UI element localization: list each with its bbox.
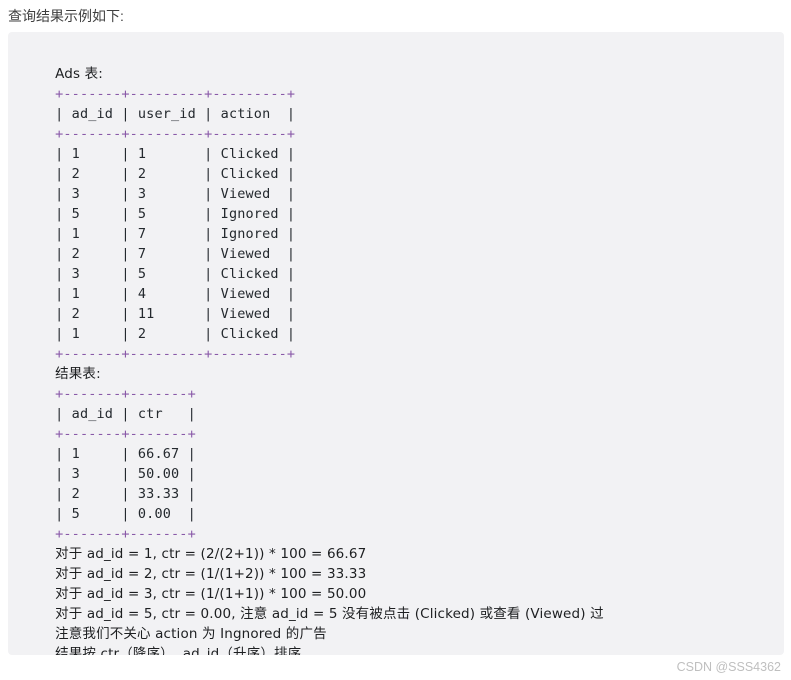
- ads-table-border-top: +-------+---------+---------+: [8, 64, 784, 102]
- ads-row-1: | 1 | 1 | Clicked |: [55, 146, 296, 162]
- explanation-line-5: 注意我们不关心 action 为 Ingnored 的广告: [55, 626, 327, 642]
- explanation-line-3: 对于 ad_id = 3, ctr = (1/(1+1)) * 100 = 50…: [55, 586, 367, 602]
- ads-row-10: | 1 | 2 | Clicked |: [55, 326, 296, 342]
- ads-table-border-bottom-text: +-------+---------+---------+: [55, 346, 296, 362]
- ads-row-9: | 2 | 11 | Viewed |: [55, 306, 296, 322]
- ads-table-caption: Ads 表:: [8, 44, 784, 82]
- ads-row-5: | 1 | 7 | Ignored |: [55, 226, 296, 242]
- result-table-border-top-text: +-------+-------+: [55, 386, 196, 402]
- code-block: Ads 表: +-------+---------+---------+ | a…: [8, 32, 784, 655]
- result-table-caption-text: 结果表:: [55, 366, 101, 382]
- result-row-1: | 1 | 66.67 |: [55, 446, 196, 462]
- ads-row-3: | 3 | 3 | Viewed |: [55, 186, 296, 202]
- result-row-3: | 2 | 33.33 |: [55, 486, 196, 502]
- csdn-watermark: CSDN @SSS4362: [676, 660, 781, 674]
- ads-table-header-text: | ad_id | user_id | action |: [55, 106, 296, 122]
- explanation-line-1: 对于 ad_id = 1, ctr = (2/(2+1)) * 100 = 66…: [55, 546, 367, 562]
- explanation-line-6: 结果按 ctr（降序）, ad_id（升序）排序: [55, 646, 302, 655]
- ads-row-8: | 1 | 4 | Viewed |: [55, 286, 296, 302]
- explanation-line-4: 对于 ad_id = 5, ctr = 0.00, 注意 ad_id = 5 没…: [55, 606, 604, 622]
- ads-row-2: | 2 | 2 | Clicked |: [55, 166, 296, 182]
- explanation-line-2: 对于 ad_id = 2, ctr = (1/(1+2)) * 100 = 33…: [55, 566, 367, 582]
- ads-row-4: | 5 | 5 | Ignored |: [55, 206, 296, 222]
- result-row-2: | 3 | 50.00 |: [55, 466, 196, 482]
- ads-table-border-top-text: +-------+---------+---------+: [55, 86, 296, 102]
- result-table-header-text: | ad_id | ctr |: [55, 406, 196, 422]
- ads-table-caption-text: Ads 表:: [55, 66, 103, 82]
- result-table-border-top: +-------+-------+: [8, 364, 784, 402]
- page-intro-text: 查询结果示例如下:: [8, 8, 124, 24]
- result-table-border-mid-text: +-------+-------+: [55, 426, 196, 442]
- ads-row-7: | 3 | 5 | Clicked |: [55, 266, 296, 282]
- ads-row-6: | 2 | 7 | Viewed |: [55, 246, 296, 262]
- ads-table-border-mid-text: +-------+---------+---------+: [55, 126, 296, 142]
- result-row-4: | 5 | 0.00 |: [55, 506, 196, 522]
- result-table-border-bottom-text: +-------+-------+: [55, 526, 196, 542]
